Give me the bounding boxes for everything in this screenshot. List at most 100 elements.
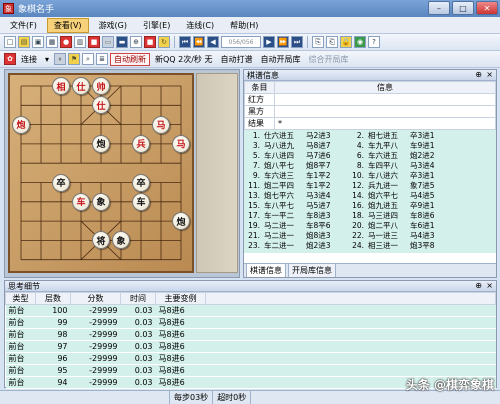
board-icon[interactable]: ▦ <box>46 36 58 48</box>
lock-icon[interactable]: 🔒 <box>340 36 352 48</box>
piece-red[interactable]: 仕 <box>92 96 110 115</box>
piece-black[interactable]: 象 <box>92 192 110 211</box>
move-row[interactable]: 1. 仕六进五 马2进3 2. 相七进五 卒3进1 <box>244 130 496 140</box>
open-folder-icon[interactable]: ▤ <box>18 36 30 48</box>
connect-button[interactable]: 连接 <box>18 54 40 65</box>
table-row[interactable]: 前台 99 -29999 0.03 马8进6 <box>5 316 496 329</box>
move-row[interactable]: 19. 马二进一 车8平6 20. 炮二平八 车6进1 <box>244 220 496 230</box>
prev-fast-icon[interactable]: ⏪ <box>193 36 205 48</box>
next-fast-icon[interactable]: ⏩ <box>277 36 289 48</box>
menu-game[interactable]: 游戏(G) <box>93 19 133 32</box>
move-number: 20. <box>352 220 364 230</box>
auto-open-book-button[interactable]: 自动开局库 <box>257 54 303 65</box>
piece-black[interactable]: 卒 <box>132 173 150 192</box>
move-row[interactable]: 7. 炮八平七 炮8平7 8. 车四平八 马3进4 <box>244 160 496 170</box>
move-row[interactable]: 9. 车六进三 车1平2 10. 车八进六 卒3进1 <box>244 170 496 180</box>
next-move-icon[interactable]: ▶ <box>263 36 275 48</box>
pin-icon[interactable]: ⊕ <box>475 281 482 290</box>
prev-move-icon[interactable]: ◀ <box>207 36 219 48</box>
menu-view[interactable]: 查看(V) <box>46 17 89 33</box>
piece-red[interactable]: 兵 <box>132 134 150 153</box>
chevron-down-icon[interactable]: ▾ <box>42 55 52 64</box>
move-row[interactable]: 3. 马八进九 马8进7 4. 车九平八 车9进1 <box>244 140 496 150</box>
close-icon[interactable]: × <box>486 281 493 290</box>
stop-icon[interactable]: ■ <box>144 36 156 48</box>
auto-hit-button[interactable]: 自动打谱 <box>217 54 255 65</box>
zoom-icon[interactable]: ⊕ <box>130 36 142 48</box>
monitor-icon[interactable]: ▬ <box>116 36 128 48</box>
network-icon[interactable]: ◉ <box>354 36 366 48</box>
help-icon[interactable]: ? <box>368 36 380 48</box>
piece-black[interactable]: 象 <box>112 231 130 250</box>
menu-connect[interactable]: 连线(C) <box>180 19 220 32</box>
move-text: 炮2进3 <box>306 240 331 250</box>
tab-game-info[interactable]: 棋谱信息 <box>246 263 286 277</box>
menu-help[interactable]: 帮助(H) <box>224 19 264 32</box>
close-icon[interactable]: × <box>486 70 493 79</box>
pause-icon[interactable]: ⏸ <box>54 53 67 65</box>
piece-red[interactable]: 帅 <box>92 77 110 95</box>
piece-red[interactable]: 马 <box>152 115 170 134</box>
copy-icon[interactable]: ⎘ <box>312 36 324 48</box>
paste-icon[interactable]: ⎗ <box>326 36 338 48</box>
table-row[interactable]: 前台 100 -29999 0.03 马8进6 <box>5 304 496 317</box>
table-row[interactable]: 红方 <box>244 93 496 106</box>
move-row[interactable]: 21. 马二进一 炮8进3 22. 马一进三 马4进3 <box>244 230 496 240</box>
new-file-icon[interactable]: □ <box>4 36 16 48</box>
engine-icon[interactable]: ● <box>60 36 72 48</box>
piece-red[interactable]: 相 <box>52 77 70 95</box>
piece-red[interactable]: 仕 <box>72 77 90 95</box>
search-icon[interactable]: ⌕ <box>82 53 95 65</box>
piece-black[interactable]: 炮 <box>92 134 110 153</box>
table-row[interactable]: 黑方 <box>244 105 496 118</box>
row-info[interactable]: * <box>274 117 496 130</box>
piece-black[interactable]: 车 <box>132 192 150 211</box>
piece-black[interactable]: 炮 <box>172 212 190 231</box>
flag-icon[interactable]: ⚑ <box>68 53 81 65</box>
close-button[interactable]: ✕ <box>476 1 498 15</box>
move-row[interactable]: 23. 车二进一 炮2进3 24. 相三进一 炮3平8 <box>244 240 496 250</box>
auto-refresh-button[interactable]: 自动刷新 <box>110 52 151 66</box>
maximize-button[interactable]: □ <box>452 1 474 15</box>
composite-open-book-button[interactable]: 综合开局库 <box>305 54 351 65</box>
record-icon[interactable]: ■ <box>88 36 100 48</box>
piece-red[interactable]: 马 <box>172 134 190 153</box>
table-row[interactable]: 前台 95 -29999 0.03 马8进6 <box>5 364 496 377</box>
table-row[interactable]: 前台 96 -29999 0.03 马8进6 <box>5 352 496 365</box>
chess-board[interactable]: 相仕帅仕炮马炮兵马卒卒车象车炮将象 <box>8 73 194 273</box>
save-icon[interactable]: ▣ <box>32 36 44 48</box>
move-number: 14. <box>352 190 364 200</box>
table-cell: -29999 <box>70 376 121 389</box>
table-row[interactable]: 前台 98 -29999 0.03 马8进6 <box>5 328 496 341</box>
move-row[interactable]: 15. 车八平七 马5进7 16. 炮九进五 卒9进1 <box>244 200 496 210</box>
move-counter: 056/056 <box>221 36 261 48</box>
move-row[interactable]: 11. 炮二平四 车1平2 12. 兵九进一 象7进5 <box>244 180 496 190</box>
stats-icon[interactable]: ▥ <box>74 36 86 48</box>
table-row[interactable]: 前台 97 -29999 0.03 马8进6 <box>5 340 496 353</box>
list-icon[interactable]: ≣ <box>96 53 109 65</box>
menu-file[interactable]: 文件(F) <box>4 19 43 32</box>
refresh-icon[interactable]: ↻ <box>158 36 170 48</box>
pin-icon[interactable]: ⊕ <box>475 70 482 79</box>
last-move-icon[interactable]: ⏭ <box>291 36 303 48</box>
row-info[interactable] <box>274 105 496 118</box>
move-row[interactable]: 17. 车一平二 车8进3 18. 马三进四 车8进6 <box>244 210 496 220</box>
move-row[interactable]: 13. 炮七平六 马3进4 14. 炮六平七 马4进5 <box>244 190 496 200</box>
table-cell <box>205 340 496 353</box>
move-row[interactable]: 5. 车八进四 马7进6 6. 车六进五 炮2进2 <box>244 150 496 160</box>
piece-black[interactable]: 卒 <box>52 173 70 192</box>
tab-opening-book[interactable]: 开局库信息 <box>288 263 336 277</box>
screen-icon[interactable]: ▭ <box>102 36 114 48</box>
table-row[interactable]: 结果 * <box>244 117 496 130</box>
row-info[interactable] <box>274 93 496 106</box>
table-cell: 94 <box>35 376 71 389</box>
minimize-button[interactable]: – <box>428 1 450 15</box>
settings-icon[interactable]: ✿ <box>4 53 16 65</box>
move-list[interactable]: 1. 仕六进五 马2进3 2. 相七进五 卒3进1 3. 马八进九 马8进7 4. 车九平八 车9进1… <box>244 130 496 253</box>
piece-black[interactable]: 将 <box>92 231 110 250</box>
move-number: 12. <box>352 180 364 190</box>
piece-red[interactable]: 炮 <box>12 115 30 134</box>
menu-engine[interactable]: 引擎(E) <box>137 19 176 32</box>
piece-red[interactable]: 车 <box>72 192 90 211</box>
first-move-icon[interactable]: ⏮ <box>179 36 191 48</box>
